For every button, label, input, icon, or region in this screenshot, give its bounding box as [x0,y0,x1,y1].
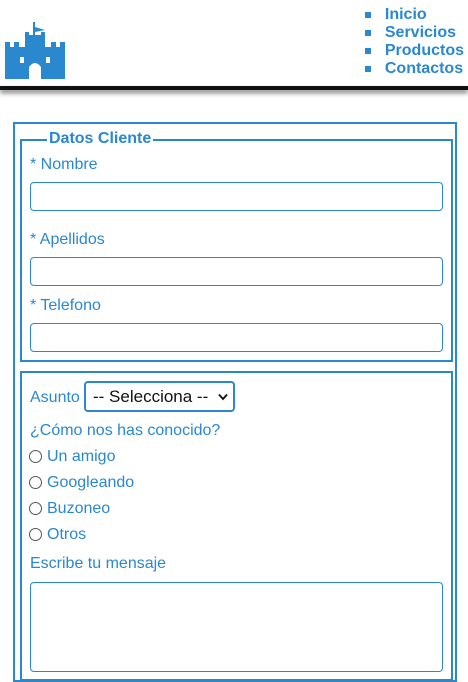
main-nav: Inicio Servicios Productos Contactos [363,6,464,78]
nav-item-servicios[interactable]: Servicios [363,24,464,42]
chevron-down-icon [218,393,228,401]
header-divider [0,86,468,90]
mensaje-label: Escribe tu mensaje [30,555,167,572]
nav-item-contactos[interactable]: Contactos [363,60,464,78]
radio-otros[interactable] [29,528,42,541]
telefono-input[interactable] [30,323,443,352]
radio-un-amigo[interactable] [29,450,42,463]
radio-buzoneo[interactable] [29,502,42,515]
option-label: Buzoneo [47,500,111,517]
asunto-select[interactable]: -- Selecciona -- [84,381,235,412]
site-header: Inicio Servicios Productos Contactos [0,0,468,86]
client-data-legend: Datos Cliente [47,129,154,149]
como-nos-conocio-label: ¿Cómo nos has conocido? [30,422,221,439]
nombre-label: * Nombre [30,156,98,173]
option-label: Googleando [47,474,135,491]
radio-googleando[interactable] [29,476,42,489]
telefono-label: * Telefono [30,297,101,314]
castle-icon[interactable] [5,21,65,79]
apellidos-input[interactable] [30,257,443,286]
option-label: Un amigo [47,448,116,465]
nav-item-productos[interactable]: Productos [363,42,464,60]
nav-item-inicio[interactable]: Inicio [363,6,464,24]
apellidos-label: * Apellidos [30,231,105,248]
nombre-input[interactable] [30,182,443,211]
asunto-label: Asunto [30,389,80,406]
asunto-selected-value: -- Selecciona -- [93,387,209,406]
option-label: Otros [47,526,87,543]
